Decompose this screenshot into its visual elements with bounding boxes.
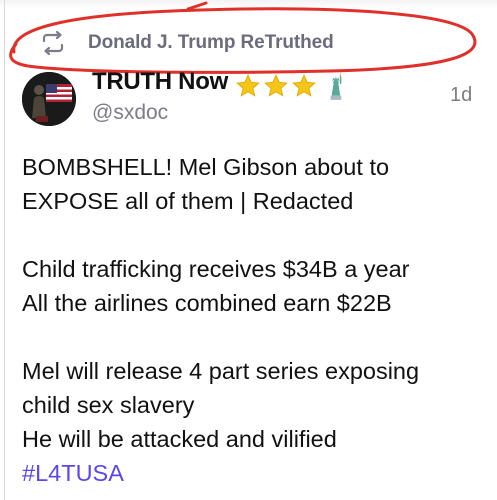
retruth-banner[interactable]: Donald J. Trump ReTruthed — [40, 28, 334, 58]
avatar[interactable] — [22, 72, 76, 126]
post-timestamp[interactable]: 1d — [450, 84, 472, 107]
retruth-icon — [40, 30, 66, 56]
star-icon — [236, 74, 260, 97]
author-display-name[interactable]: TRUTH Now — [92, 68, 228, 96]
hashtag-link[interactable]: #L4TUSA — [22, 456, 482, 490]
post-text-line: Mel will release 4 part series exposing — [22, 358, 420, 384]
author-badges — [234, 70, 350, 102]
post-screenshot: Donald J. Trump ReTruthed TRUTH Now @sxd… — [0, 0, 497, 500]
star-icon — [264, 74, 288, 97]
post-text-line: Child trafficking receives $34B a year — [22, 256, 410, 282]
retruth-label[interactable]: Donald J. Trump ReTruthed — [88, 32, 334, 54]
author-handle[interactable]: @sxdoc — [92, 101, 168, 125]
star-icon — [292, 74, 316, 97]
top-edge — [0, 0, 497, 8]
post-text-line: child sex slavery — [22, 392, 195, 418]
post-text-line: He will be attacked and vilified — [22, 426, 337, 452]
post-body: BOMBSHELL! Mel Gibson about to EXPOSE al… — [22, 150, 482, 490]
frame-divider — [4, 0, 5, 500]
post-text-line: BOMBSHELL! Mel Gibson about to — [22, 154, 390, 180]
post-text-line: EXPOSE all of them | Redacted — [22, 188, 354, 214]
statue-of-liberty-icon — [330, 72, 342, 100]
post-text-line: All the airlines combined earn $22B — [22, 290, 392, 316]
